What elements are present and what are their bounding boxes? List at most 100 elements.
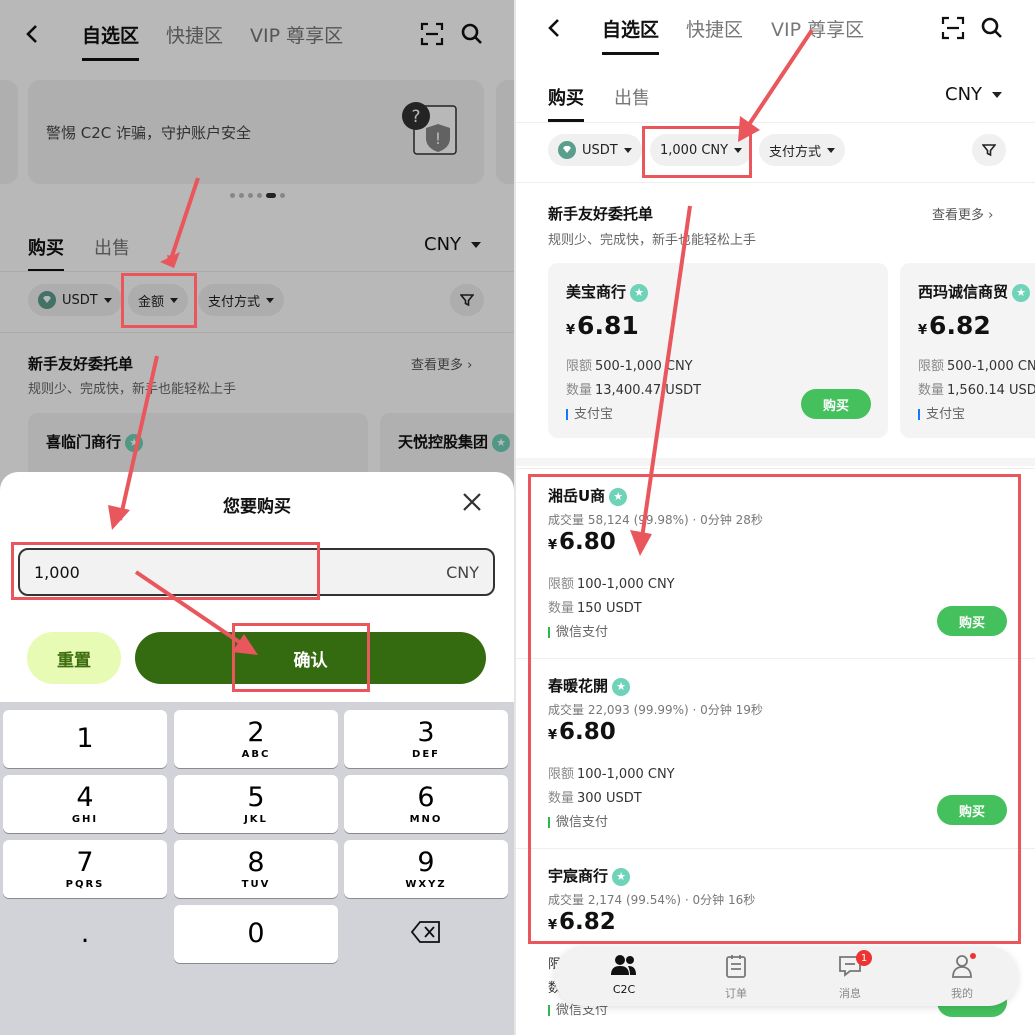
key-digit: 7 xyxy=(76,846,94,878)
tab-favorites[interactable]: 自选区 xyxy=(602,15,660,55)
ad-price: ¥6.80 xyxy=(548,529,616,555)
backspace-key[interactable] xyxy=(344,905,508,963)
search-icon[interactable] xyxy=(978,14,1006,42)
tab-sell[interactable]: 出售 xyxy=(614,84,650,110)
key-letters: PQRS xyxy=(65,878,105,890)
right-screen: 自选区 快捷区 VIP 尊享区 购买 出售 CNY USDT 1,000 CNY… xyxy=(516,0,1035,1035)
newbie-subtitle: 规则少、完成快，新手也能轻松上手 xyxy=(548,233,757,248)
key-2[interactable]: 2 ABC xyxy=(174,710,338,768)
buy-button[interactable]: 购买 xyxy=(937,606,1007,636)
verified-badge-icon xyxy=(612,677,631,696)
merchant-limit-value: 500-1,000 CNY xyxy=(595,359,693,374)
ad-payment-value: 微信支付 xyxy=(556,815,609,830)
ad-stats: 成交量 58,124 (99.98%) · 0分钟 28秒 xyxy=(548,513,763,527)
key-7[interactable]: 7 PQRS xyxy=(3,840,167,898)
close-icon[interactable] xyxy=(460,490,484,514)
wechat-marker xyxy=(548,627,550,638)
scan-icon[interactable] xyxy=(939,14,967,42)
ad-row[interactable]: 宇宸商行 成交量 2,174 (99.54%) · 0分钟 16秒 ¥6.82 … xyxy=(516,848,1035,1035)
merchant-card[interactable]: 西玛诚信商贸 ¥6.82 限额500-1,000 CN 数量1,560.14 U… xyxy=(900,263,1035,438)
ad-price: ¥6.80 xyxy=(548,719,616,745)
tab-buy[interactable]: 购买 xyxy=(548,84,584,122)
ad-limit: 限额 100-1,000 CNY xyxy=(548,763,675,782)
ad-stats: 成交量 2,174 (99.54%) · 0分钟 16秒 xyxy=(548,893,756,907)
merchant-qty: 数量 13,400.47 USDT xyxy=(566,379,701,398)
back-icon[interactable] xyxy=(540,14,568,42)
amount-input-unit: CNY xyxy=(446,562,479,582)
key-4[interactable]: 4 GHI xyxy=(3,775,167,833)
key-0[interactable]: 0 xyxy=(174,905,338,963)
key-digit: 3 xyxy=(417,716,435,748)
key-6[interactable]: 6 MNO xyxy=(344,775,508,833)
header: 自选区 快捷区 VIP 尊享区 xyxy=(516,0,1035,60)
key-3[interactable]: 3 DEF xyxy=(344,710,508,768)
message-badge: 1 xyxy=(856,950,872,966)
key-digit: 4 xyxy=(76,781,94,813)
tab-express[interactable]: 快捷区 xyxy=(686,15,743,42)
tab-vip[interactable]: VIP 尊享区 xyxy=(771,15,864,42)
limit-label: 限额 xyxy=(566,359,593,374)
merchant-qty-value: 1,560.14 USD xyxy=(947,383,1035,398)
key-dot[interactable]: . xyxy=(3,905,167,963)
ad-row[interactable]: 春暖花開 成交量 22,093 (99.99%) · 0分钟 19秒 ¥6.80… xyxy=(516,658,1035,848)
nav-messages[interactable]: 1 消息 xyxy=(820,950,880,1001)
ad-row[interactable]: 湘岳U商 成交量 58,124 (99.98%) · 0分钟 28秒 ¥6.80… xyxy=(516,468,1035,658)
amount-input-value: 1,000 xyxy=(34,562,80,582)
key-digit: 0 xyxy=(247,918,265,949)
merchant-card[interactable]: 美宝商行 ¥6.81 限额500-1,000 CNY 数量13,400.47 U… xyxy=(548,263,888,438)
yen-symbol: ¥ xyxy=(548,538,558,553)
alipay-marker xyxy=(566,409,568,420)
ad-merchant-name-text: 春暖花開 xyxy=(548,677,609,695)
coin-filter-label: USDT xyxy=(582,142,618,158)
nav-profile[interactable]: 我的 xyxy=(932,953,992,1001)
chevron-right-icon: › xyxy=(988,208,994,223)
reset-button[interactable]: 重置 xyxy=(27,632,121,684)
nav-orders-label: 订单 xyxy=(725,987,747,1000)
buy-sell-tabs: 购买 出售 CNY xyxy=(516,84,1035,124)
ad-limit: 限额 100-1,000 CNY xyxy=(548,573,675,592)
clipboard-icon xyxy=(725,954,747,982)
see-more-link[interactable]: 查看更多 › xyxy=(932,204,993,223)
key-letters: WXYZ xyxy=(405,878,447,890)
amount-input[interactable]: 1,000 CNY xyxy=(18,548,495,596)
buy-amount-sheet: 您要购买 1,000 CNY 重置 确认 xyxy=(0,472,514,702)
funnel-icon[interactable] xyxy=(972,134,1006,166)
wechat-marker xyxy=(548,817,550,828)
coin-filter[interactable]: USDT xyxy=(548,134,642,166)
yen-symbol: ¥ xyxy=(548,918,558,933)
ad-limit-value: 100-1,000 CNY xyxy=(577,767,675,782)
chevron-down-icon xyxy=(623,147,632,153)
merchant-limit: 限额 500-1,000 CNY xyxy=(566,355,693,374)
divider xyxy=(516,122,1035,123)
users-icon xyxy=(611,954,637,980)
amount-filter[interactable]: 1,000 CNY xyxy=(650,134,753,166)
chevron-down-icon xyxy=(992,92,1003,98)
key-letters: DEF xyxy=(412,748,440,760)
yen-symbol: ¥ xyxy=(548,728,558,743)
ad-payment-value: 微信支付 xyxy=(556,625,609,640)
ad-price-value: 6.80 xyxy=(559,529,616,555)
merchant-payment: 支付宝 xyxy=(918,403,965,422)
ad-merchant-name: 湘岳U商 xyxy=(548,485,628,506)
merchant-qty-value: 13,400.47 USDT xyxy=(595,383,702,398)
nav-orders[interactable]: 订单 xyxy=(706,954,766,1001)
ad-qty: 数量 300 USDT xyxy=(548,787,642,806)
nav-c2c[interactable]: C2C xyxy=(594,954,654,996)
key-9[interactable]: 9 WXYZ xyxy=(344,840,508,898)
filter-bar: USDT 1,000 CNY 支付方式 xyxy=(516,134,1035,170)
ad-merchant-name: 宇宸商行 xyxy=(548,865,631,886)
confirm-button[interactable]: 确认 xyxy=(135,632,486,684)
key-1[interactable]: 1 xyxy=(3,710,167,768)
payment-filter-label: 支付方式 xyxy=(769,144,822,160)
ad-payment: 微信支付 xyxy=(548,811,608,830)
buy-button[interactable]: 购买 xyxy=(801,389,871,419)
currency-selector[interactable]: CNY xyxy=(945,84,1003,105)
key-digit: 8 xyxy=(247,846,265,878)
key-8[interactable]: 8 TUV xyxy=(174,840,338,898)
buy-button[interactable]: 购买 xyxy=(937,795,1007,825)
payment-filter[interactable]: 支付方式 xyxy=(759,134,846,166)
ad-price-value: 6.82 xyxy=(559,909,616,935)
ad-merchant-name: 春暖花開 xyxy=(548,675,631,696)
verified-badge-icon xyxy=(612,867,631,886)
key-5[interactable]: 5 JKL xyxy=(174,775,338,833)
